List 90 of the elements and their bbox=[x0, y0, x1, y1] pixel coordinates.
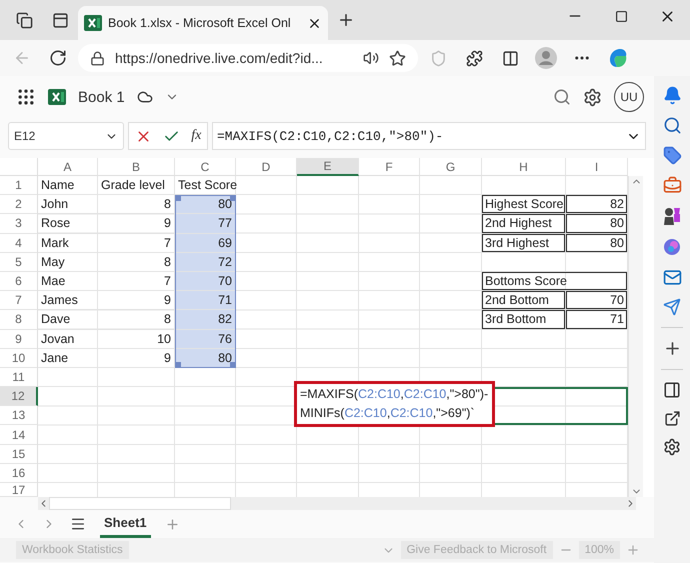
search-icon[interactable] bbox=[553, 88, 571, 106]
sheet-cell[interactable]: 80 bbox=[566, 214, 628, 234]
sheet-cell[interactable]: 2nd Highest bbox=[482, 214, 566, 234]
settings-icon[interactable] bbox=[663, 438, 681, 456]
all-sheets-icon[interactable] bbox=[70, 516, 86, 532]
sheet-cell[interactable]: 7 bbox=[98, 234, 175, 253]
sheet-cell[interactable]: Name bbox=[38, 176, 98, 196]
bell-icon[interactable] bbox=[662, 86, 682, 105]
column-header[interactable]: E bbox=[297, 158, 359, 176]
sheet-cell[interactable]: May bbox=[38, 252, 98, 272]
sheet-cell[interactable]: 76 bbox=[175, 330, 236, 349]
formula-field[interactable]: =MAXIFS(C2:C10,C2:C10,">80")- bbox=[212, 122, 646, 150]
sheet-cell[interactable]: Test Score bbox=[175, 176, 236, 196]
sheet-cell[interactable]: 9 bbox=[98, 214, 175, 234]
chess-icon[interactable] bbox=[663, 206, 681, 226]
toolbox-icon[interactable] bbox=[662, 176, 682, 195]
sheet-cell[interactable]: 10 bbox=[98, 330, 175, 349]
sheet-cell[interactable]: 9 bbox=[98, 291, 175, 310]
favorite-star-icon[interactable] bbox=[389, 50, 406, 66]
sheet-cell[interactable]: John bbox=[38, 195, 98, 214]
maximize-icon[interactable] bbox=[614, 10, 628, 22]
new-tab-icon[interactable] bbox=[337, 11, 355, 29]
sheet-cell[interactable]: Grade level bbox=[98, 176, 175, 196]
sheet-cell[interactable]: 70 bbox=[566, 291, 628, 310]
tag-icon[interactable] bbox=[662, 146, 682, 165]
sheet-cell[interactable]: 3rd Bottom bbox=[482, 310, 566, 330]
sheet-cell[interactable]: 7 bbox=[98, 272, 175, 292]
row-number[interactable]: 12 bbox=[0, 387, 38, 406]
row-number[interactable]: 4 bbox=[0, 234, 38, 253]
lock-icon bbox=[90, 50, 105, 66]
sheet-cell[interactable]: 70 bbox=[175, 272, 236, 292]
sheet-cell[interactable]: 3rd Highest bbox=[482, 234, 566, 253]
sheet-cell[interactable]: Highest Score bbox=[482, 195, 566, 214]
sheet-cell[interactable]: Rose bbox=[38, 214, 98, 234]
workbook-title[interactable]: Book 1 bbox=[78, 88, 125, 106]
cell-formula: MINIFs(C2:C10,C2:C10,">69")` bbox=[300, 405, 476, 422]
insert-function-button[interactable]: fx bbox=[191, 128, 202, 144]
row-number[interactable]: 9 bbox=[0, 330, 38, 349]
sheet-cell[interactable]: 8 bbox=[98, 195, 175, 214]
app-swirl-icon[interactable] bbox=[662, 237, 682, 257]
cell-formula: =MAXIFS(C2:C10,C2:C10,">80")- bbox=[300, 386, 489, 404]
tab-actions-icon[interactable] bbox=[52, 12, 68, 28]
sidebar-panel-icon[interactable] bbox=[663, 381, 681, 399]
row-number[interactable]: 13 bbox=[0, 406, 38, 426]
cloud-icon bbox=[136, 89, 153, 105]
sheet-cell[interactable]: 8 bbox=[98, 310, 175, 330]
sheet-cell[interactable]: 82 bbox=[566, 195, 628, 214]
row-number[interactable]: 7 bbox=[0, 291, 38, 310]
row-number[interactable]: 17 bbox=[0, 483, 38, 497]
spreadsheet-app-icon bbox=[84, 14, 102, 32]
sheet-cell[interactable]: 71 bbox=[175, 291, 236, 310]
sheet-cell[interactable]: 9 bbox=[98, 348, 175, 368]
name-box[interactable]: E12 bbox=[8, 122, 124, 150]
sheet-cell[interactable]: Mark bbox=[38, 234, 98, 253]
mail-icon[interactable] bbox=[662, 268, 682, 287]
reload-icon[interactable] bbox=[49, 49, 67, 67]
sheet-cell[interactable]: Mae bbox=[38, 272, 98, 292]
sheet-cell[interactable]: 8 bbox=[98, 252, 175, 272]
add-sheet-icon[interactable] bbox=[164, 516, 180, 532]
external-link-icon[interactable] bbox=[664, 410, 680, 427]
scroll-thumb[interactable] bbox=[49, 497, 231, 510]
sheet-cell[interactable]: 80 bbox=[566, 234, 628, 253]
browser-tab[interactable]: Book 1.xlsx - Microsoft Excel Onl bbox=[78, 6, 328, 40]
row-number[interactable]: 3 bbox=[0, 214, 38, 234]
sheet-cell[interactable]: 77 bbox=[175, 214, 236, 234]
sheet-cell[interactable]: Jane bbox=[38, 348, 98, 368]
user-avatar[interactable]: UU bbox=[614, 82, 644, 112]
sheet-cell[interactable]: Dave bbox=[38, 310, 98, 330]
settings-icon[interactable] bbox=[583, 88, 602, 106]
horizontal-scrollbar[interactable] bbox=[38, 497, 636, 510]
sheet-cell[interactable]: 82 bbox=[175, 310, 236, 330]
row-number[interactable]: 8 bbox=[0, 310, 38, 330]
sheet-cell[interactable]: 2nd Bottom bbox=[482, 291, 566, 310]
sheet-cell[interactable]: 71 bbox=[566, 310, 628, 330]
profile-icon[interactable] bbox=[535, 47, 557, 69]
row-number[interactable]: 2 bbox=[0, 195, 38, 214]
sheet-cell[interactable]: 69 bbox=[175, 234, 236, 253]
vertical-scrollbar[interactable] bbox=[628, 176, 643, 497]
sheet-cell[interactable]: Bottoms Score bbox=[482, 272, 628, 292]
extensions-icon[interactable] bbox=[466, 50, 482, 66]
send-icon[interactable] bbox=[663, 298, 681, 316]
sheet-cell[interactable]: James bbox=[38, 291, 98, 310]
app-launcher-icon[interactable] bbox=[16, 87, 36, 107]
sheet-cell[interactable]: Jovan bbox=[38, 330, 98, 349]
sheet-cell[interactable]: 72 bbox=[175, 252, 236, 272]
split-screen-icon[interactable] bbox=[502, 50, 518, 66]
spreadsheet-app-icon bbox=[48, 88, 66, 106]
workspaces-icon[interactable] bbox=[16, 12, 32, 28]
address-bar[interactable]: https://onedrive.live.com/edit?id... bbox=[78, 44, 418, 72]
search-icon[interactable] bbox=[662, 116, 682, 135]
